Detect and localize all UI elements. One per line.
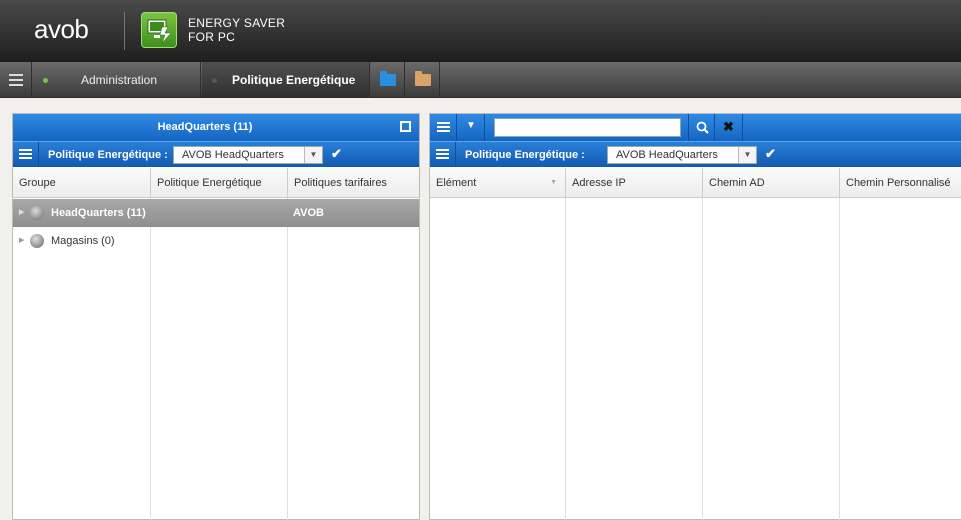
menu-icon: [436, 149, 449, 151]
expand-arrow-icon[interactable]: ▶: [19, 199, 24, 227]
menu-icon-bar: [436, 157, 449, 159]
menu-icon-bar: [9, 79, 23, 81]
group-name: Magasins (0): [51, 235, 115, 247]
energy-saver-icon: [141, 12, 177, 48]
apply-check-icon[interactable]: ✔: [765, 146, 776, 162]
column-divider: [839, 198, 840, 520]
product-title-line1: ENERGY SAVER: [188, 16, 286, 30]
elements-menu-button[interactable]: [430, 114, 457, 141]
apply-check-icon[interactable]: ✔: [331, 146, 342, 162]
filter-menu-button[interactable]: [430, 142, 456, 167]
col-groupe[interactable]: Groupe: [13, 168, 151, 198]
menu-icon: [9, 74, 23, 76]
tab-politique-energetique[interactable]: Politique Energétique: [202, 62, 370, 98]
panel-title: HeadQuarters (11): [157, 121, 253, 133]
sort-arrow-icon[interactable]: ▼: [550, 168, 557, 198]
globe-icon: [30, 206, 44, 220]
col-adresse-ip[interactable]: Adresse IP: [566, 168, 703, 198]
clear-search-button[interactable]: ✖: [715, 114, 743, 141]
menu-icon: [19, 149, 32, 151]
col-element[interactable]: Elément ▼: [430, 168, 566, 198]
filter-label: Politique Energétique :: [48, 149, 168, 161]
elements-filter-bar: Politique Energétique : AVOB HeadQuarter…: [430, 141, 961, 167]
folder-blue-icon: [380, 71, 396, 86]
menu-icon-bar: [437, 130, 450, 132]
tariff-value: AVOB: [293, 207, 324, 219]
groups-panel-titlebar: HeadQuarters (11): [13, 114, 419, 141]
main-navbar: Administration Politique Energétique: [0, 62, 961, 98]
col-politique[interactable]: Politique Energétique: [151, 168, 288, 198]
search-button[interactable]: [688, 114, 715, 141]
group-name: HeadQuarters (11): [51, 207, 146, 219]
status-dot-icon: [43, 78, 48, 83]
main-menu-button[interactable]: [0, 62, 32, 98]
chevron-down-icon[interactable]: ▼: [304, 147, 322, 163]
search-input[interactable]: [494, 118, 681, 137]
browse-folder-button[interactable]: [406, 62, 440, 98]
menu-icon-bar: [9, 84, 23, 86]
folder-tan-icon: [415, 71, 431, 86]
open-folder-button[interactable]: [371, 62, 405, 98]
menu-icon-bar: [436, 153, 449, 155]
product-title: ENERGY SAVER FOR PC: [188, 16, 285, 44]
filter-menu-button[interactable]: [13, 142, 39, 167]
filter-funnel-icon: ▼: [466, 120, 476, 131]
search-icon: [696, 121, 709, 134]
table-row[interactable]: ▶ HeadQuarters (11) AVOB: [13, 199, 419, 227]
groups-filter-bar: Politique Energétique : AVOB HeadQuarter…: [13, 141, 419, 167]
policy-select-value: AVOB HeadQuarters: [616, 149, 718, 161]
table-row[interactable]: ▶ Magasins (0): [13, 227, 419, 255]
policy-select[interactable]: AVOB HeadQuarters ▼: [173, 146, 323, 164]
menu-icon-bar: [437, 126, 450, 128]
close-icon: ✖: [723, 119, 734, 134]
app-header: avob ENERGY SAVER FOR PC: [0, 0, 961, 62]
avob-logo: avob: [34, 14, 89, 44]
tab-administration[interactable]: Administration: [33, 62, 201, 98]
product-title-line2: FOR PC: [188, 30, 236, 44]
filter-dropdown-button[interactable]: ▼: [457, 114, 485, 141]
menu-icon: [437, 122, 450, 124]
column-divider: [702, 198, 703, 520]
expand-arrow-icon[interactable]: ▶: [19, 227, 24, 255]
col-chemin-personnalise[interactable]: Chemin Personnalisé: [840, 168, 961, 198]
groups-table-header: Groupe Politique Energétique Politiques …: [13, 168, 419, 198]
globe-icon: [30, 234, 44, 248]
elements-toolbar: ▼ ✖: [430, 114, 961, 141]
tab-politique-label: Politique Energétique: [232, 73, 356, 87]
elements-panel: ▼ ✖ Politique Energétique : AVOB HeadQua…: [429, 113, 961, 520]
menu-icon-bar: [19, 157, 32, 159]
col-tarifaires[interactable]: Politiques tarifaires: [288, 168, 419, 198]
column-divider: [565, 198, 566, 520]
col-element-label: Elément: [436, 177, 477, 189]
filter-label: Politique Energétique :: [465, 149, 585, 161]
col-chemin-ad[interactable]: Chemin AD: [703, 168, 840, 198]
groups-panel: HeadQuarters (11) Politique Energétique …: [12, 113, 420, 520]
policy-select[interactable]: AVOB HeadQuarters ▼: [607, 146, 757, 164]
tab-administration-label: Administration: [81, 73, 158, 87]
restore-icon[interactable]: [400, 121, 411, 132]
elements-table-header: Elément ▼ Adresse IP Chemin AD Chemin Pe…: [430, 168, 961, 198]
menu-icon-bar: [19, 153, 32, 155]
policy-select-value: AVOB HeadQuarters: [182, 149, 284, 161]
status-dot-icon: [212, 78, 217, 83]
chevron-down-icon[interactable]: ▼: [738, 147, 756, 163]
header-divider: [124, 12, 125, 50]
